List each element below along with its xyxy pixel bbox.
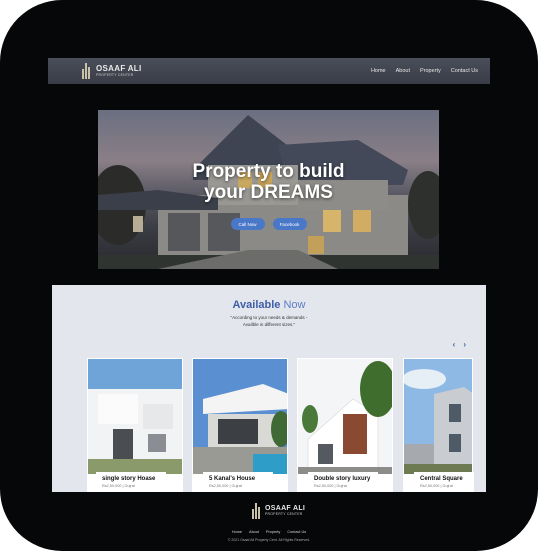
card-price: Rs2,50,000 | Gujrat <box>102 484 135 488</box>
property-card[interactable]: single story Hoase Rs2,50,000 | Gujrat <box>87 358 183 492</box>
card-caption: 5 Kanal's House Rs2,50,000 | Gujrat <box>203 472 273 492</box>
card-price: Rs2,50,000 | Gujrat <box>420 484 453 488</box>
property-image <box>193 359 287 474</box>
property-card[interactable]: Central Square Rs2,50,000 | Gujrat <box>403 358 474 492</box>
brand-subtitle: PROPERTY CENTER <box>96 72 134 77</box>
footer-logo[interactable]: OSAAF ALI PROPERTY CENTER <box>252 503 305 519</box>
section-description: "According to your needs & demands - Ava… <box>230 315 308 327</box>
call-now-button[interactable]: Call Now <box>230 218 265 230</box>
card-price: Rs2,50,000 | Gujrat <box>314 484 347 488</box>
footer-link-about[interactable]: About <box>249 530 259 534</box>
property-card[interactable]: Double story luxury Rs2,50,000 | Gujrat <box>297 358 393 492</box>
footer-link-home[interactable]: Home <box>232 530 242 534</box>
card-title: Double story luxury <box>314 476 371 482</box>
footer-nav: Home About Property Contact Us <box>0 530 538 534</box>
brand-logo[interactable]: OSAAF ALI PROPERTY CENTER <box>82 63 142 79</box>
logo-icon <box>252 503 262 519</box>
property-image <box>88 359 182 474</box>
prev-arrow-icon[interactable]: ‹ <box>453 340 456 349</box>
card-title: single story Hoase <box>102 476 156 482</box>
brand-name: OSAAF ALI <box>96 63 142 73</box>
card-title: 5 Kanal's House <box>209 476 256 482</box>
available-section: Available Now "According to your needs &… <box>52 285 486 492</box>
nav-link-property[interactable]: Property <box>420 68 441 74</box>
section-title: Available Now <box>232 299 306 311</box>
card-price: Rs2,50,000 | Gujrat <box>209 484 242 488</box>
facebook-button[interactable]: Facebook <box>272 218 307 230</box>
hero-banner: Property to build your DREAMS Call Now F… <box>98 110 439 269</box>
card-caption: Central Square Rs2,50,000 | Gujrat <box>414 472 474 492</box>
footer-brand-subtitle: PROPERTY CENTER <box>265 512 303 517</box>
property-image <box>404 359 472 474</box>
property-card[interactable]: 5 Kanal's House Rs2,50,000 | Gujrat <box>192 358 288 492</box>
next-arrow-icon[interactable]: › <box>463 340 466 349</box>
card-caption: single story Hoase Rs2,50,000 | Gujrat <box>96 472 166 492</box>
footer-link-property[interactable]: Property <box>266 530 280 534</box>
nav-link-contact[interactable]: Contact Us <box>451 68 478 74</box>
nav-link-about[interactable]: About <box>396 68 410 74</box>
logo-icon <box>82 63 92 79</box>
footer-brand-name: OSAAF ALI <box>265 505 306 513</box>
card-caption: Double story luxury Rs2,50,000 | Gujrat <box>308 472 378 492</box>
copyright-text: © 2021 Osaaf Ali Property Cent. All Righ… <box>227 538 311 542</box>
property-image <box>298 359 392 474</box>
nav-menu: Home About Property Contact Us <box>371 68 478 74</box>
card-title: Central Square <box>420 476 463 482</box>
hero-title: Property to build your DREAMS <box>192 161 345 203</box>
nav-link-home[interactable]: Home <box>371 68 386 74</box>
footer-link-contact[interactable]: Contact Us <box>287 530 306 534</box>
navbar: OSAAF ALI PROPERTY CENTER Home About Pro… <box>48 58 490 84</box>
